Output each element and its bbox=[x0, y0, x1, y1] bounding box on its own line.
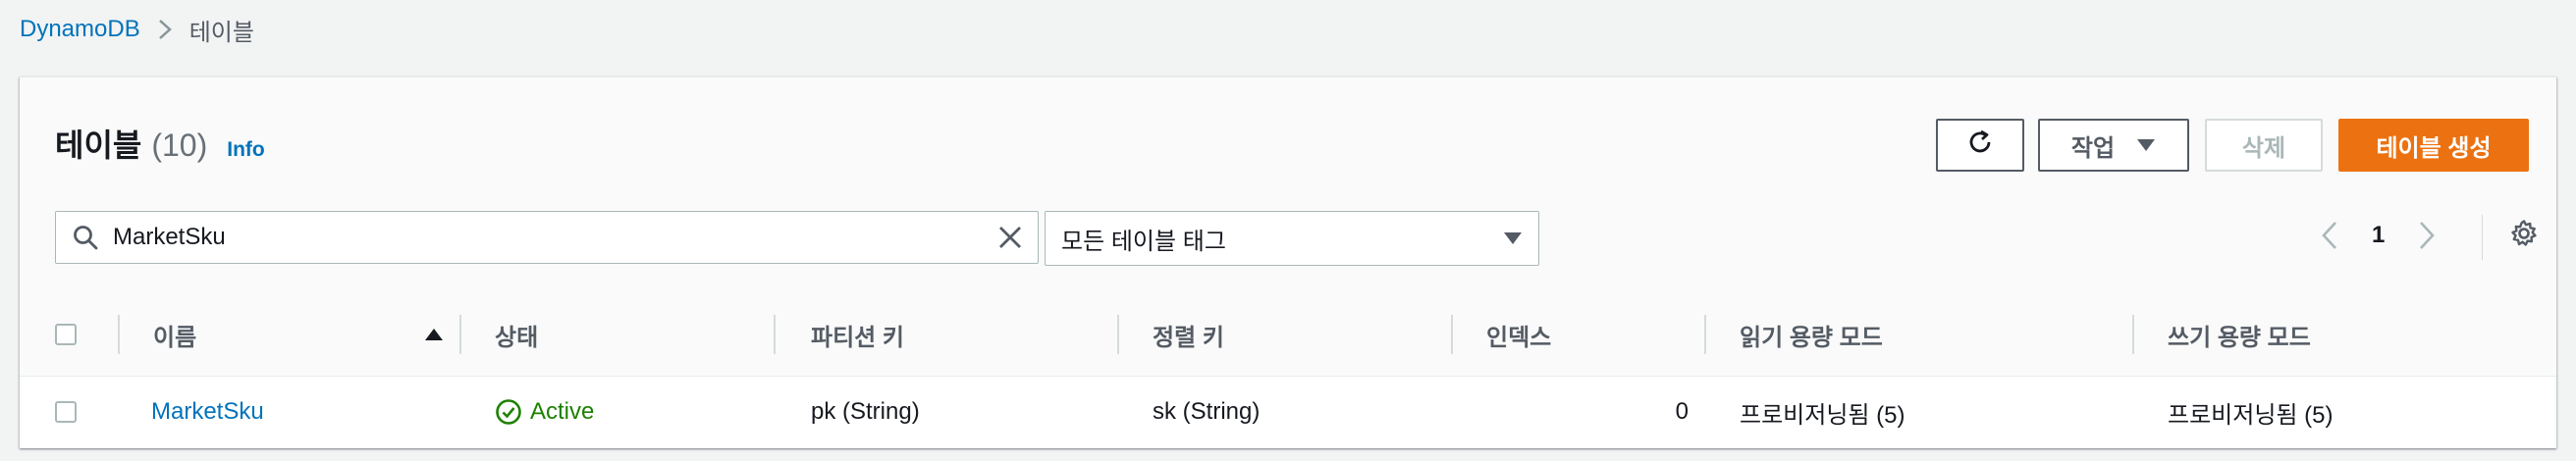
actions-label: 작업 bbox=[2070, 134, 2116, 162]
column-label: 상태 bbox=[495, 324, 539, 351]
column-label: 정렬 키 bbox=[1153, 324, 1224, 351]
caret-down-icon bbox=[2136, 131, 2156, 159]
tag-filter-select[interactable]: 모든 테이블 태그 bbox=[1045, 211, 1539, 266]
column-header-name[interactable]: 이름 bbox=[118, 293, 452, 376]
column-divider bbox=[1451, 315, 1453, 354]
column-divider bbox=[1117, 315, 1119, 354]
table-row: MarketSku Active pk (String) sk (String)… bbox=[20, 376, 2556, 448]
table-name-link[interactable]: MarketSku bbox=[151, 376, 264, 448]
pagination: 1 bbox=[2321, 211, 2436, 260]
panel-header: 테이블 (10) Info 작업 삭제 테이블 생성 MarketSku 모든 … bbox=[20, 77, 2556, 294]
table-count: (10) bbox=[151, 128, 208, 163]
gear-icon[interactable] bbox=[2509, 219, 2539, 248]
chevron-left-icon[interactable] bbox=[2321, 221, 2338, 250]
column-divider bbox=[774, 315, 776, 354]
partition-key-cell: pk (String) bbox=[811, 398, 920, 425]
search-input[interactable] bbox=[111, 223, 998, 252]
select-all-checkbox[interactable] bbox=[55, 293, 77, 376]
search-icon bbox=[72, 224, 99, 251]
breadcrumb-current: 테이블 bbox=[188, 19, 254, 46]
settings-divider bbox=[2482, 215, 2483, 260]
actions-dropdown-button[interactable]: 작업 bbox=[2038, 119, 2189, 172]
column-divider bbox=[118, 315, 120, 354]
chevron-right-icon[interactable] bbox=[2418, 221, 2436, 250]
create-table-button[interactable]: 테이블 생성 bbox=[2338, 119, 2529, 172]
column-label: 인덱스 bbox=[1486, 324, 1552, 351]
column-label: 읽기 용량 모드 bbox=[1740, 324, 1883, 351]
checkbox[interactable] bbox=[55, 401, 77, 423]
read-capacity-cell: 프로비저닝됨 (5) bbox=[1740, 401, 1905, 429]
info-link[interactable]: Info bbox=[227, 138, 264, 162]
row-select-checkbox[interactable] bbox=[55, 376, 77, 448]
column-header-indexes[interactable]: 인덱스 bbox=[1451, 293, 1704, 376]
chevron-right-icon bbox=[158, 19, 172, 40]
column-label: 쓰기 용량 모드 bbox=[2168, 324, 2311, 351]
page-title: 테이블 bbox=[55, 128, 142, 163]
status-text: Active bbox=[530, 398, 595, 425]
column-header-sort-key[interactable]: 정렬 키 bbox=[1117, 293, 1471, 376]
search-field bbox=[55, 211, 1039, 264]
breadcrumb: DynamoDB 테이블 bbox=[20, 10, 254, 49]
status-cell: Active bbox=[495, 376, 594, 448]
column-header-read-capacity[interactable]: 읽기 용량 모드 bbox=[1704, 293, 2132, 376]
caret-down-icon bbox=[1503, 225, 1523, 252]
sort-ascending-icon bbox=[424, 328, 444, 341]
column-divider bbox=[2132, 315, 2134, 354]
table-header: 이름 상태 파티션 키 정렬 키 인덱스 읽기 용량 모드 쓰기 용량 모드 bbox=[20, 293, 2556, 377]
page-number[interactable]: 1 bbox=[2372, 222, 2385, 249]
column-divider bbox=[459, 315, 461, 354]
refresh-icon bbox=[1965, 128, 1995, 164]
column-header-partition-key[interactable]: 파티션 키 bbox=[774, 293, 1117, 376]
column-label: 파티션 키 bbox=[811, 324, 904, 351]
panel-title-group: 테이블 (10) Info bbox=[55, 121, 265, 166]
indexes-cell: 0 bbox=[1675, 398, 1689, 425]
tag-filter-value: 모든 테이블 태그 bbox=[1061, 228, 1226, 255]
status-badge: Active bbox=[495, 398, 594, 426]
status-check-icon bbox=[495, 398, 530, 426]
column-label: 이름 bbox=[153, 324, 197, 351]
delete-button[interactable]: 삭제 bbox=[2205, 119, 2323, 172]
refresh-button[interactable] bbox=[1936, 119, 2024, 172]
sort-key-cell: sk (String) bbox=[1153, 398, 1261, 425]
column-header-write-capacity[interactable]: 쓰기 용량 모드 bbox=[2132, 293, 2554, 376]
tables-panel: 테이블 (10) Info 작업 삭제 테이블 생성 MarketSku 모든 … bbox=[20, 77, 2556, 448]
write-capacity-cell: 프로비저닝됨 (5) bbox=[2168, 401, 2334, 429]
close-icon[interactable] bbox=[998, 226, 1022, 249]
checkbox[interactable] bbox=[55, 324, 77, 345]
breadcrumb-dynamodb-link[interactable]: DynamoDB bbox=[20, 16, 140, 43]
column-header-status[interactable]: 상태 bbox=[459, 293, 774, 376]
column-divider bbox=[1704, 315, 1706, 354]
